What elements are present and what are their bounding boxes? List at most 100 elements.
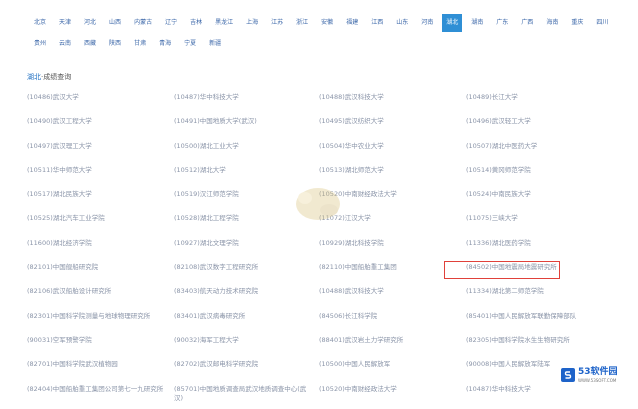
tab-xizang[interactable]: 西藏 [80, 35, 100, 53]
tab-qinghai[interactable]: 青海 [155, 35, 175, 53]
school-link[interactable]: (82110)中国船舶重工集团 [319, 263, 457, 272]
school-link[interactable]: (10489)长江大学 [466, 93, 604, 102]
school-link[interactable]: (11600)湖北经济学院 [27, 239, 165, 248]
tab-jiangxi[interactable]: 江西 [367, 14, 387, 32]
logo-text: 53软件园 [578, 367, 618, 377]
logo-icon [561, 368, 575, 382]
school-link[interactable]: (11075)三峡大学 [466, 214, 604, 223]
section-province-link[interactable]: 湖北 [27, 73, 41, 81]
school-row: (82301)中国科学院测量与地球物理研究所 (83401)武汉病毒研究所 (845… [27, 312, 617, 336]
school-link[interactable]: (10500)中国人民解放军 [319, 360, 457, 369]
tab-shandong[interactable]: 山东 [392, 14, 412, 32]
tab-sichuan[interactable]: 四川 [592, 14, 612, 32]
tab-shanxi[interactable]: 山西 [105, 14, 125, 32]
school-link[interactable]: (10512)湖北大学 [174, 166, 312, 175]
tab-shaanxi[interactable]: 陕西 [105, 35, 125, 53]
school-link[interactable]: (10500)湖北工业大学 [174, 142, 312, 151]
school-link[interactable]: (85701)中国地质调查局武汉地质调查中心(武汉) [174, 385, 312, 403]
school-link[interactable]: (10511)华中师范大学 [27, 166, 165, 175]
school-link[interactable]: (10490)武汉工程大学 [27, 117, 165, 126]
school-link[interactable]: (88401)武汉岩土力学研究所 [319, 336, 457, 345]
tab-anhui[interactable]: 安徽 [317, 14, 337, 32]
school-list: (10486)武汉大学 (10487)华中科技大学 (10488)武汉科技大学 (10… [27, 93, 617, 409]
school-link[interactable]: (82404)中国船舶重工集团公司第七一九研究所 [27, 385, 165, 394]
school-link[interactable]: (10488)武汉科技大学 [319, 287, 457, 296]
school-link[interactable]: (82702)武汉邮电科学研究院 [174, 360, 312, 369]
tab-xinjiang[interactable]: 新疆 [205, 35, 225, 53]
tab-guangdong[interactable]: 广东 [492, 14, 512, 32]
school-link[interactable]: (10514)黄冈师范学院 [466, 166, 604, 175]
school-link[interactable]: (82108)武汉数字工程研究所 [174, 263, 312, 272]
school-row: (10490)武汉工程大学 (10491)中国地质大学(武汉) (10495)武汉纺… [27, 117, 617, 141]
school-row: (90031)空军预警学院 (90032)海军工程大学 (88401)武汉岩土力学研… [27, 336, 617, 360]
tab-chongqing[interactable]: 重庆 [567, 14, 587, 32]
tab-henan[interactable]: 河南 [417, 14, 437, 32]
school-link[interactable]: (82106)武汉船舶设计研究所 [27, 287, 165, 296]
tab-guangxi[interactable]: 广西 [517, 14, 537, 32]
school-row: (82101)中国舰船研究院 (82108)武汉数字工程研究所 (82110)中国船… [27, 263, 617, 287]
school-link[interactable]: (10487)华中科技大学 [174, 93, 312, 102]
province-tab-row-1: 北京 天津 河北 山西 内蒙古 辽宁 吉林 黑龙江 上海 江苏 浙江 安徽 福建… [30, 13, 630, 33]
site-logo: 53软件园 WWW.53SOFT.COM [561, 362, 633, 388]
tab-liaoning[interactable]: 辽宁 [161, 14, 181, 32]
school-row: (10497)武汉理工大学 (10500)湖北工业大学 (10504)华中农业大学 (… [27, 142, 617, 166]
tab-jilin[interactable]: 吉林 [186, 14, 206, 32]
school-link[interactable]: (11336)湖北医药学院 [466, 239, 604, 248]
tab-hebei[interactable]: 河北 [80, 14, 100, 32]
school-link[interactable]: (10496)武汉轻工大学 [466, 117, 604, 126]
tab-tianjin[interactable]: 天津 [55, 14, 75, 32]
school-link[interactable]: (83401)武汉病毒研究所 [174, 312, 312, 321]
school-link[interactable]: (82301)中国科学院测量与地球物理研究所 [27, 312, 165, 321]
tab-guizhou[interactable]: 贵州 [30, 35, 50, 53]
section-title-text: 成绩查询 [43, 73, 72, 81]
school-link[interactable]: (10495)武汉纺织大学 [319, 117, 457, 126]
school-link[interactable]: (10497)武汉理工大学 [27, 142, 165, 151]
school-link[interactable]: (90032)海军工程大学 [174, 336, 312, 345]
logo-s-icon [564, 371, 572, 379]
school-row: (82106)武汉船舶设计研究所 (83403)航天动力技术研究院 (10488)武… [27, 287, 617, 311]
tab-zhejiang[interactable]: 浙江 [292, 14, 312, 32]
school-link[interactable]: (10488)武汉科技大学 [319, 93, 457, 102]
school-link[interactable]: (84506)长江科学院 [319, 312, 457, 321]
watermark-icon [296, 188, 340, 220]
school-link[interactable]: (10491)中国地质大学(武汉) [174, 117, 312, 126]
school-link[interactable]: (10513)湖北师范大学 [319, 166, 457, 175]
school-row: (10486)武汉大学 (10487)华中科技大学 (10488)武汉科技大学 (10… [27, 93, 617, 117]
school-link[interactable]: (10520)中南财经政法大学 [319, 385, 457, 394]
school-row: (82701)中国科学院武汉植物园 (82702)武汉邮电科学研究院 (10500)… [27, 360, 617, 384]
school-link[interactable]: (84502)中国地震局地震研究所 [466, 263, 604, 272]
school-link[interactable]: (11334)湖北第二师范学院 [466, 287, 604, 296]
logo-text-block: 53软件园 WWW.53SOFT.COM [578, 367, 618, 383]
tab-hubei[interactable]: 湖北 [442, 14, 463, 32]
school-link[interactable]: (10486)武汉大学 [27, 93, 165, 102]
school-link[interactable]: (90031)空军预警学院 [27, 336, 165, 345]
school-link[interactable]: (10507)湖北中医药大学 [466, 142, 604, 151]
school-link[interactable]: (83403)航天动力技术研究院 [174, 287, 312, 296]
school-link[interactable]: (10524)中南民族大学 [466, 190, 604, 199]
school-link[interactable]: (82305)中国科学院水生生物研究所 [466, 336, 604, 345]
logo-url: WWW.53SOFT.COM [578, 378, 617, 383]
tab-jiangsu[interactable]: 江苏 [267, 14, 287, 32]
tab-fujian[interactable]: 福建 [342, 14, 362, 32]
school-link[interactable]: (85401)中国人民解放军联勤保障部队 [466, 312, 604, 321]
tab-hainan[interactable]: 海南 [542, 14, 562, 32]
tab-beijing[interactable]: 北京 [30, 14, 50, 32]
section-title: 湖北·成绩查询 [27, 72, 71, 82]
tab-neimenggu[interactable]: 内蒙古 [130, 14, 156, 32]
school-link[interactable]: (10504)华中农业大学 [319, 142, 457, 151]
province-tabs: 北京 天津 河北 山西 内蒙古 辽宁 吉林 黑龙江 上海 江苏 浙江 安徽 福建… [30, 13, 630, 55]
school-link[interactable]: (10927)湖北文理学院 [174, 239, 312, 248]
school-link[interactable]: (82701)中国科学院武汉植物园 [27, 360, 165, 369]
tab-gansu[interactable]: 甘肃 [130, 35, 150, 53]
tab-shanghai[interactable]: 上海 [242, 14, 262, 32]
school-link[interactable]: (10525)湖北汽车工业学院 [27, 214, 165, 223]
school-link[interactable]: (10517)湖北民族大学 [27, 190, 165, 199]
school-link[interactable]: (82101)中国舰船研究院 [27, 263, 165, 272]
tab-heilongjiang[interactable]: 黑龙江 [211, 14, 237, 32]
tab-yunnan[interactable]: 云南 [55, 35, 75, 53]
school-row: (82404)中国船舶重工集团公司第七一九研究所 (85701)中国地质调查局武汉… [27, 385, 617, 409]
school-link[interactable]: (10929)湖北科技学院 [319, 239, 457, 248]
tab-hunan[interactable]: 湖南 [467, 14, 487, 32]
province-tab-row-2: 贵州 云南 西藏 陕西 甘肃 青海 宁夏 新疆 [30, 34, 630, 54]
tab-ningxia[interactable]: 宁夏 [180, 35, 200, 53]
